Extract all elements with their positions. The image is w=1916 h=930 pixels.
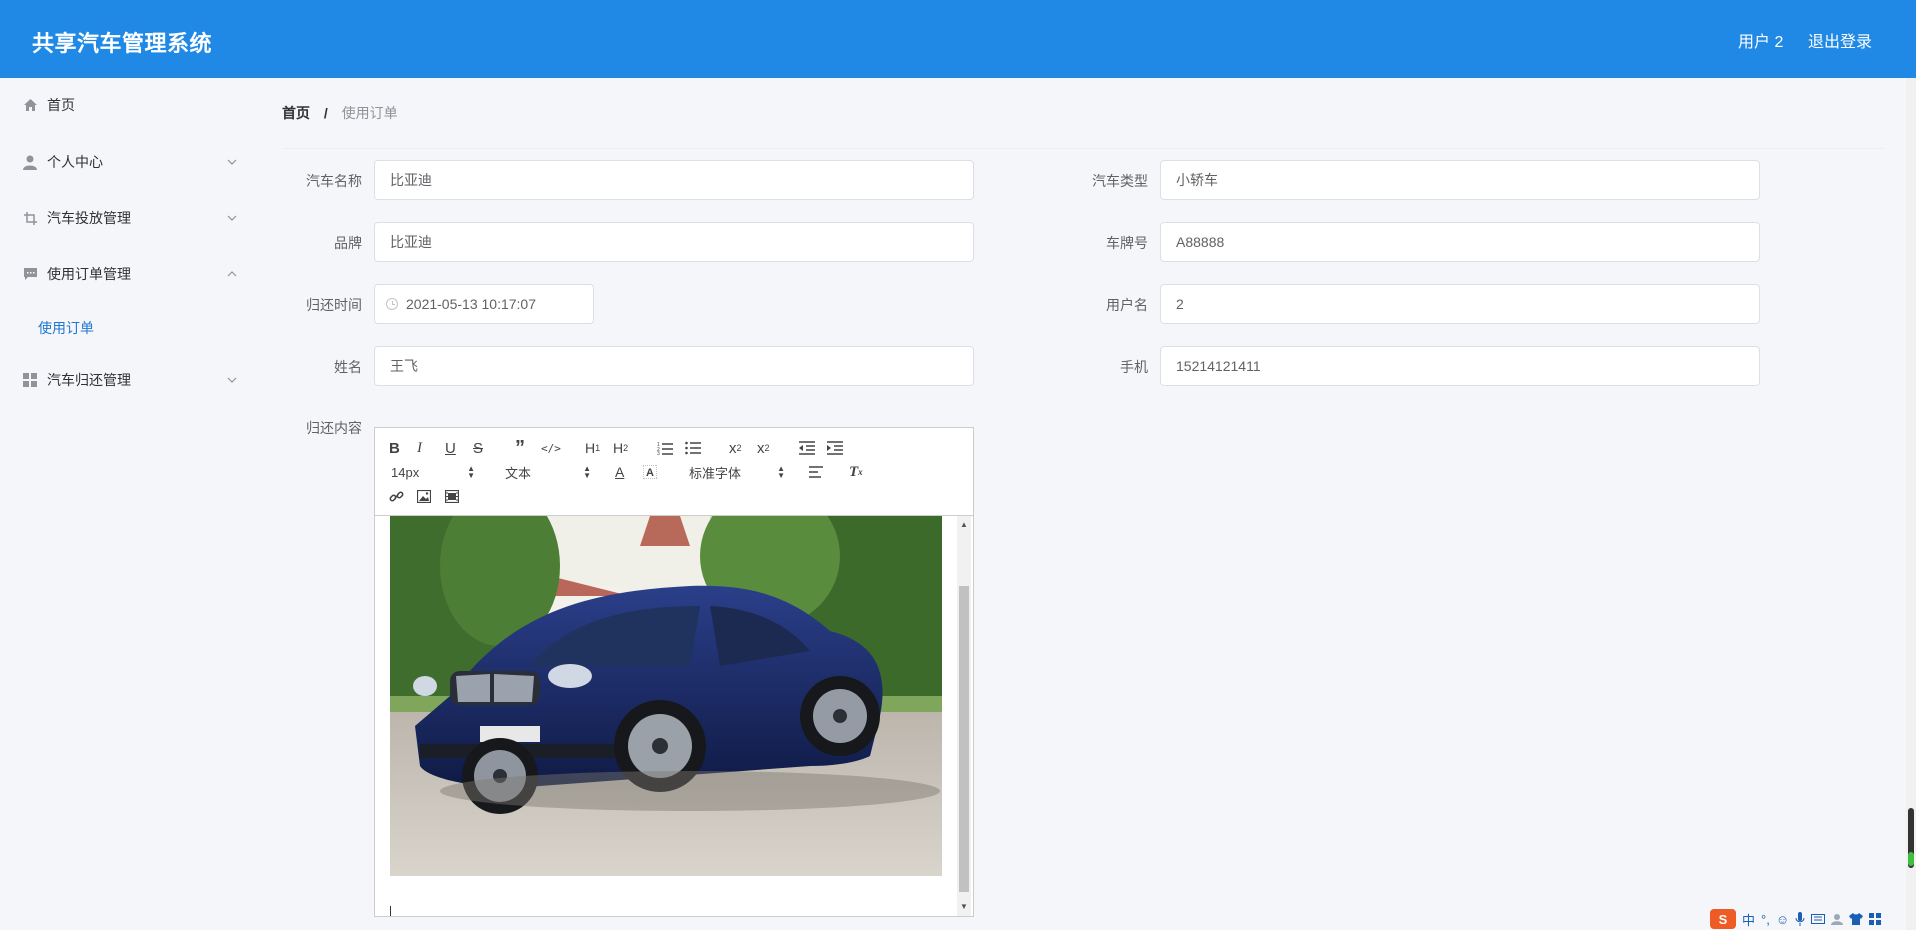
sidebar-item-car-deploy[interactable]: 汽车投放管理 xyxy=(0,198,256,238)
ime-mode[interactable]: 中 xyxy=(1742,910,1755,929)
text-caret xyxy=(390,906,391,916)
breadcrumb: 首页 / 使用订单 xyxy=(282,103,398,123)
username-input[interactable]: 2 xyxy=(1160,284,1760,324)
phone-label: 手机 xyxy=(1120,359,1148,375)
ime-logo-icon[interactable]: S xyxy=(1710,909,1736,929)
font-size-select[interactable]: 14px ▲ ▼ xyxy=(391,462,475,482)
link-icon[interactable] xyxy=(389,486,404,506)
editor-content[interactable]: ▲ ▼ xyxy=(375,516,973,916)
sidebar-item-home[interactable]: 首页 xyxy=(0,85,256,125)
bold-icon[interactable]: B xyxy=(389,438,400,458)
sidebar-item-label: 汽车归还管理 xyxy=(47,372,131,388)
breadcrumb-home[interactable]: 首页 xyxy=(282,105,310,121)
emoji-icon[interactable]: ☺ xyxy=(1776,912,1789,927)
rich-text-editor: B I U S ” </> H1 H2 123 x2 x2 14px ▲ ▼ 文本… xyxy=(374,427,974,917)
clock-icon xyxy=(386,298,398,310)
car-name-input[interactable]: 比亚迪 xyxy=(374,160,974,200)
code-block-icon[interactable]: </> xyxy=(541,438,561,458)
outdent-icon[interactable] xyxy=(799,438,815,458)
page-scroll-indicator xyxy=(1908,852,1914,866)
sidebar: 首页 个人中心 汽车投放管理 使用订单管理 使用订单 汽车归还管理 xyxy=(0,78,256,930)
chevron-down-icon xyxy=(227,159,237,165)
return-content-label: 归还内容 xyxy=(306,420,362,436)
select-arrows-icon: ▲ ▼ xyxy=(777,464,785,480)
current-user[interactable]: 用户 2 xyxy=(1738,28,1783,52)
select-arrows-icon: ▲ ▼ xyxy=(583,464,591,480)
name-label: 姓名 xyxy=(334,359,362,375)
brand-input[interactable]: 比亚迪 xyxy=(374,222,974,262)
subscript-icon[interactable]: x2 xyxy=(729,438,742,458)
return-time-label: 归还时间 xyxy=(306,297,362,313)
name-input[interactable]: 王飞 xyxy=(374,346,974,386)
user-icon xyxy=(22,154,38,170)
ime-toolbar: S 中 °, ☺ xyxy=(1710,908,1916,930)
sidebar-item-label: 首页 xyxy=(47,97,75,113)
car-type-label: 汽车类型 xyxy=(1092,173,1148,189)
chevron-up-icon xyxy=(227,271,237,277)
align-left-icon[interactable] xyxy=(809,462,823,482)
select-arrows-icon: ▲ ▼ xyxy=(467,464,475,480)
heading-2-icon[interactable]: H2 xyxy=(613,438,628,458)
sidebar-item-label: 使用订单管理 xyxy=(47,266,131,282)
sidebar-item-car-return[interactable]: 汽车归还管理 xyxy=(0,360,256,400)
svg-text:A: A xyxy=(646,467,654,479)
heading-1-icon[interactable]: H1 xyxy=(585,438,600,458)
app-title: 共享汽车管理系统 xyxy=(32,31,213,56)
chevron-down-icon xyxy=(227,377,237,383)
crop-icon xyxy=(22,210,38,226)
skin-icon[interactable] xyxy=(1849,913,1864,925)
font-family-select[interactable]: 标准字体 ▲ ▼ xyxy=(689,462,785,482)
blockquote-icon[interactable]: ” xyxy=(515,437,525,459)
logout-button[interactable]: 退出登录 xyxy=(1808,28,1872,52)
sidebar-item-label: 汽车投放管理 xyxy=(47,210,131,226)
underline-icon[interactable]: U xyxy=(445,438,456,458)
sidebar-subitem-label: 使用订单 xyxy=(38,320,94,336)
superscript-icon[interactable]: x2 xyxy=(757,438,770,458)
car-image xyxy=(390,516,942,876)
plate-input[interactable]: A88888 xyxy=(1160,222,1760,262)
page-scrollbar-track[interactable] xyxy=(1906,78,1916,930)
image-icon[interactable] xyxy=(417,486,431,506)
plate-label: 车牌号 xyxy=(1106,235,1148,251)
sidebar-item-label: 个人中心 xyxy=(47,154,103,170)
punctuation-icon[interactable]: °, xyxy=(1761,912,1770,927)
background-color-icon[interactable]: A xyxy=(643,462,657,482)
brand-label: 品牌 xyxy=(334,235,362,251)
chevron-down-icon xyxy=(227,215,237,221)
svg-text:3: 3 xyxy=(657,451,660,455)
sidebar-item-order-management[interactable]: 使用订单管理 xyxy=(0,254,256,294)
indent-icon[interactable] xyxy=(827,438,843,458)
sidebar-subitem-orders[interactable]: 使用订单 xyxy=(0,306,256,346)
top-header: 共享汽车管理系统 用户 2 退出登录 xyxy=(0,0,1916,78)
bullet-list-icon[interactable] xyxy=(685,438,701,458)
car-name-label: 汽车名称 xyxy=(306,173,362,189)
home-icon xyxy=(22,97,38,113)
message-icon xyxy=(22,266,38,282)
breadcrumb-separator: / xyxy=(323,105,328,121)
user-account-icon[interactable] xyxy=(1831,913,1844,925)
grid-icon xyxy=(22,372,38,388)
header-select[interactable]: 文本 ▲ ▼ xyxy=(505,462,591,482)
breadcrumb-current: 使用订单 xyxy=(341,105,398,121)
tools-grid-icon[interactable] xyxy=(1869,913,1882,925)
ordered-list-icon[interactable]: 123 xyxy=(657,438,673,458)
clear-format-icon[interactable]: Tx xyxy=(849,462,863,482)
editor-toolbar: B I U S ” </> H1 H2 123 x2 x2 14px ▲ ▼ 文本… xyxy=(375,428,973,516)
sidebar-item-personal-center[interactable]: 个人中心 xyxy=(0,142,256,182)
scroll-down-arrow-icon[interactable]: ▼ xyxy=(959,902,969,912)
phone-input[interactable]: 15214121411 xyxy=(1160,346,1760,386)
video-icon[interactable] xyxy=(445,486,459,506)
scroll-up-arrow-icon[interactable]: ▲ xyxy=(959,520,969,530)
strikethrough-icon[interactable]: S xyxy=(473,438,483,458)
italic-icon[interactable]: I xyxy=(417,438,422,458)
return-time-picker[interactable]: 2021-05-13 10:17:07 xyxy=(374,284,594,324)
text-color-icon[interactable]: A xyxy=(615,462,624,482)
editor-scrollbar-thumb[interactable] xyxy=(959,586,969,892)
username-label: 用户名 xyxy=(1106,297,1148,313)
car-type-input[interactable]: 小轿车 xyxy=(1160,160,1760,200)
keyboard-icon[interactable] xyxy=(1811,914,1826,924)
microphone-icon[interactable] xyxy=(1795,912,1805,926)
